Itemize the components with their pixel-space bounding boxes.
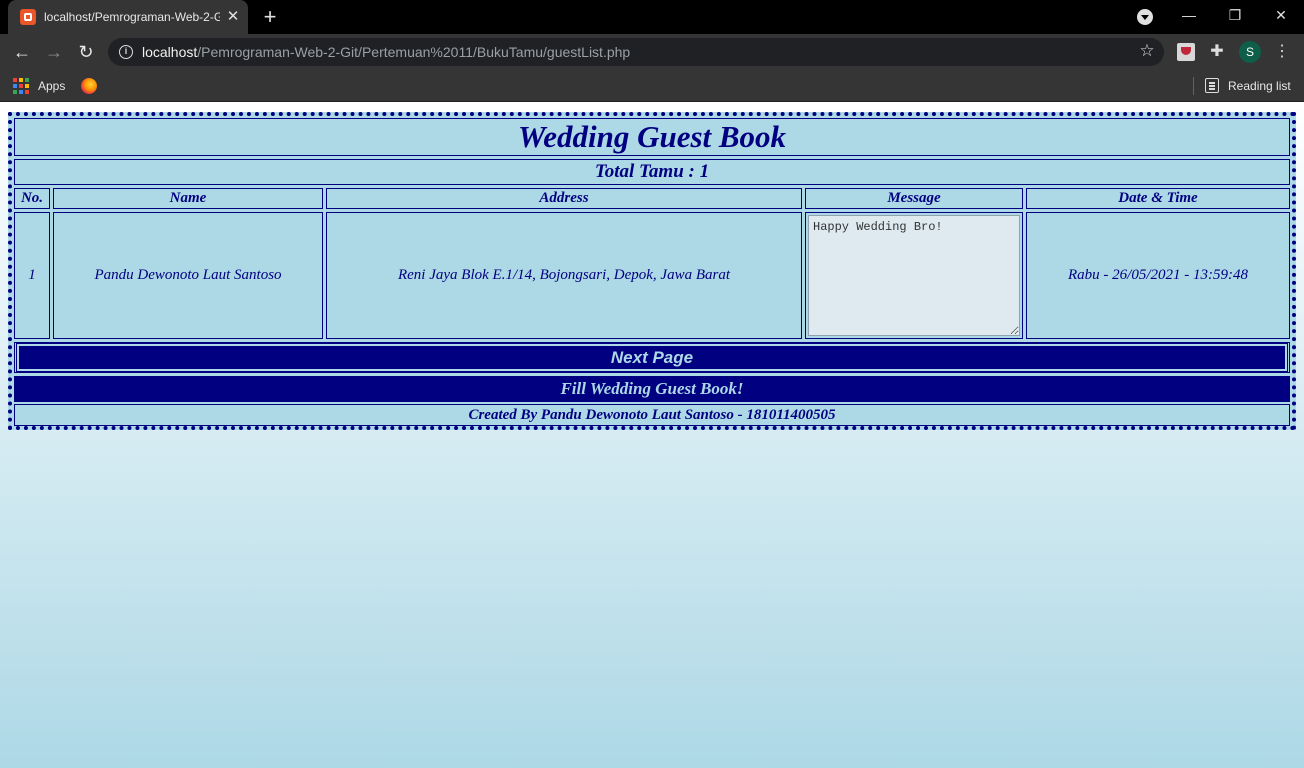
restore-icon[interactable]: ❐	[1222, 4, 1248, 26]
column-header-no: No.	[14, 188, 50, 209]
minimize-icon[interactable]: —	[1176, 4, 1202, 26]
fill-guest-book-link[interactable]: Fill Wedding Guest Book!	[14, 376, 1290, 402]
page-viewport: Wedding Guest Book Total Tamu : 1 No. Na…	[0, 103, 1304, 768]
new-tab-icon[interactable]: +	[259, 6, 281, 28]
browser-toolbar: ← → ↻ i localhost/Pemrograman-Web-2-Git/…	[0, 34, 1304, 70]
browser-tab[interactable]: localhost/Pemrograman-Web-2-Git/Pertemua…	[8, 0, 248, 34]
message-textarea[interactable]: Happy Wedding Bro!	[808, 215, 1020, 336]
tab-title: localhost/Pemrograman-Web-2-Git/Pertemua…	[44, 10, 220, 24]
column-header-datetime: Date & Time	[1026, 188, 1290, 209]
profile-avatar[interactable]: S	[1239, 41, 1261, 63]
page-title: Wedding Guest Book	[14, 118, 1290, 156]
row-1-datetime: Rabu - 26/05/2021 - 13:59:48	[1026, 212, 1290, 339]
total-guests: Total Tamu : 1	[14, 159, 1290, 185]
column-header-address: Address	[326, 188, 802, 209]
next-page-cell: Next Page	[14, 342, 1290, 373]
bookmarks-bar: Apps Reading list	[0, 70, 1304, 102]
tab-close-icon[interactable]: ✕	[224, 8, 242, 26]
url-path: /Pemrograman-Web-2-Git/Pertemuan%2011/Bu…	[197, 44, 631, 60]
bookmarks-divider	[1193, 77, 1194, 95]
address-bar[interactable]: i localhost/Pemrograman-Web-2-Git/Pertem…	[108, 38, 1164, 66]
site-info-icon[interactable]: i	[119, 45, 133, 59]
back-icon[interactable]: ←	[10, 40, 34, 64]
apps-grid-icon[interactable]	[13, 78, 29, 94]
reading-list-button[interactable]: Reading list	[1228, 78, 1291, 94]
window-close-icon[interactable]: ✕	[1268, 4, 1294, 26]
forward-icon[interactable]: →	[42, 40, 66, 64]
row-1-message-cell: Happy Wedding Bro!	[805, 212, 1023, 339]
tab-search-icon[interactable]	[1137, 9, 1153, 25]
row-1-no: 1	[14, 212, 50, 339]
column-header-name: Name	[53, 188, 323, 209]
bookmark-star-icon[interactable]: ☆	[1137, 41, 1157, 61]
extensions-puzzle-icon[interactable]: ✚	[1208, 43, 1226, 61]
reload-icon[interactable]: ↻	[74, 40, 98, 64]
browser-titlebar: localhost/Pemrograman-Web-2-Git/Pertemua…	[0, 0, 1304, 34]
footer-credit: Created By Pandu Dewonoto Laut Santoso -…	[14, 404, 1290, 426]
apps-bookmark[interactable]: Apps	[38, 78, 65, 94]
xampp-favicon-icon	[20, 9, 36, 25]
firefox-bookmark-icon[interactable]	[81, 78, 97, 94]
reading-list-icon[interactable]	[1205, 78, 1219, 93]
row-1-name: Pandu Dewonoto Laut Santoso	[53, 212, 323, 339]
row-1-address: Reni Jaya Blok E.1/14, Bojongsari, Depok…	[326, 212, 802, 339]
url-host: localhost	[142, 44, 198, 60]
column-header-message: Message	[805, 188, 1023, 209]
guest-book-table: Wedding Guest Book Total Tamu : 1 No. Na…	[8, 112, 1296, 430]
url-text[interactable]: localhost/Pemrograman-Web-2-Git/Pertemua…	[142, 44, 630, 60]
browser-menu-icon[interactable]: ⋮	[1272, 41, 1292, 63]
next-page-button[interactable]: Next Page	[16, 343, 1288, 372]
pocket-extension-icon[interactable]	[1177, 43, 1195, 61]
